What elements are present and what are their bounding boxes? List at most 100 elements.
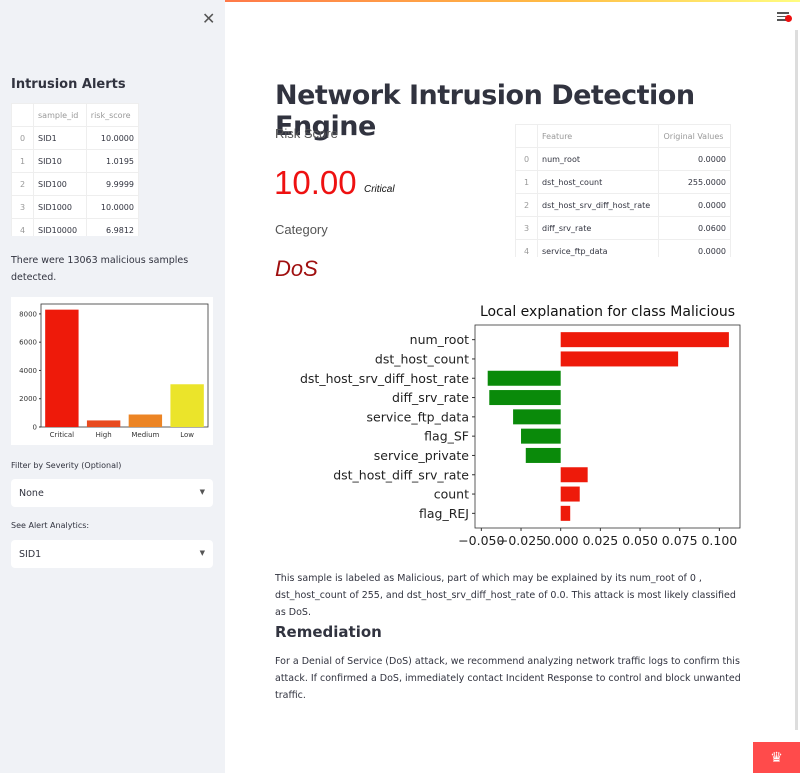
analytics-label: See Alert Analytics: xyxy=(11,521,90,530)
bar-dst_host_count xyxy=(560,351,679,367)
table-cell: SID1 xyxy=(33,126,87,150)
sidebar-title: Intrusion Alerts xyxy=(11,77,126,92)
table-cell: 1.0195 xyxy=(85,149,139,173)
bar-flag_SF xyxy=(521,428,561,444)
table-row[interactable]: 0 SID1 10.0000 xyxy=(11,126,139,150)
x-tick-label: High xyxy=(96,431,112,439)
risk-level: Critical xyxy=(364,184,395,195)
x-tick-label: 0.050 xyxy=(622,533,658,548)
bar-diff_srv_rate xyxy=(489,390,561,406)
bar-service_ftp_data xyxy=(513,409,561,425)
risk-score-label: Risk Score xyxy=(275,126,338,141)
x-tick-label: Low xyxy=(180,431,194,439)
y-tick-label: flag_SF xyxy=(424,429,469,444)
table-cell: 3 xyxy=(515,216,538,240)
risk-score-value: 10.00 xyxy=(274,164,357,201)
table-header-row: sample_id risk_score xyxy=(11,103,139,127)
category-value: DoS xyxy=(275,256,318,281)
y-tick-label: service_private xyxy=(374,448,470,463)
table-cell: 0.0000 xyxy=(658,147,731,171)
table-row[interactable]: 3 diff_srv_rate 0.0600 xyxy=(515,216,731,240)
table-cell: 2 xyxy=(11,172,34,196)
table-cell: dst_host_srv_diff_host_rate xyxy=(536,193,660,217)
remediation-text: For a Denial of Service (DoS) attack, we… xyxy=(275,656,741,701)
bar-flag_REJ xyxy=(560,505,571,521)
table-cell: 255.0000 xyxy=(658,170,731,194)
filter-label: Filter by Severity (Optional) xyxy=(11,461,122,470)
bar-count xyxy=(560,486,580,502)
table-cell: 2 xyxy=(515,193,538,217)
x-tick-label: 0.025 xyxy=(582,533,618,548)
table-cell: num_root xyxy=(536,147,660,171)
select-value: SID1 xyxy=(19,549,42,560)
table-cell: 1 xyxy=(11,149,34,173)
y-tick-label: dst_host_srv_diff_host_rate xyxy=(300,371,469,386)
bar-high xyxy=(86,420,121,427)
table-row[interactable]: 4 SID10000 6.9812 xyxy=(11,218,139,236)
feature-table[interactable]: Feature Original Values 0 num_root 0.0000 1 ds… xyxy=(515,124,731,257)
summary-text: There were 13063 malicious samples detec… xyxy=(11,255,189,283)
column-header[interactable] xyxy=(515,124,538,148)
table-cell: SID100 xyxy=(33,172,87,196)
explanation-text: This sample is labeled as Malicious, par… xyxy=(275,573,736,618)
table-cell: 0.0000 xyxy=(658,193,731,217)
table-cell: 4 xyxy=(515,239,538,257)
category-label: Category xyxy=(275,222,328,237)
scrollbar[interactable] xyxy=(795,30,798,730)
alert-analytics-select[interactable]: SID1 ▼ xyxy=(11,540,213,568)
y-tick-label: 2000 xyxy=(19,395,37,403)
column-header[interactable]: risk_score xyxy=(85,103,139,127)
column-header[interactable]: sample_id xyxy=(33,103,87,127)
x-tick-label: −0.025 xyxy=(498,533,544,548)
column-header[interactable]: Feature xyxy=(536,124,660,148)
table-cell: SID10 xyxy=(33,149,87,173)
x-tick-label: Medium xyxy=(131,431,159,439)
table-row[interactable]: 1 dst_host_count 255.0000 xyxy=(515,170,731,194)
table-row[interactable]: 1 SID10 1.0195 xyxy=(11,149,139,173)
table-row[interactable]: 2 dst_host_srv_diff_host_rate 0.0000 xyxy=(515,193,731,217)
bar-dst_host_srv_diff_host_rate xyxy=(487,370,561,386)
table-cell: SID10000 xyxy=(33,218,87,236)
bar-critical xyxy=(45,309,79,427)
y-tick-label: count xyxy=(434,487,469,502)
bar-num_root xyxy=(560,332,729,348)
y-tick-label: num_root xyxy=(410,332,469,347)
y-tick-label: dst_host_count xyxy=(375,351,469,366)
y-tick-label: diff_srv_rate xyxy=(392,390,469,405)
table-header-row: Feature Original Values xyxy=(515,124,731,148)
table-cell: 4 xyxy=(11,218,34,236)
x-tick-label: 0.075 xyxy=(662,533,698,548)
table-row[interactable]: 0 num_root 0.0000 xyxy=(515,147,731,171)
table-cell: 3 xyxy=(11,195,34,219)
x-tick-label: Critical xyxy=(50,431,75,439)
bar-medium xyxy=(128,414,163,427)
alerts-table[interactable]: sample_id risk_score 0 SID1 10.0000 1 SID10 1.0… xyxy=(11,103,139,236)
table-cell: service_ftp_data xyxy=(536,239,660,257)
table-cell: dst_host_count xyxy=(536,170,660,194)
x-tick-label: 0.100 xyxy=(701,533,737,548)
crown-icon[interactable]: ♛ xyxy=(753,742,800,773)
y-tick-label: 0 xyxy=(33,424,37,432)
sidebar: ✕ Intrusion Alerts sample_id risk_score 0 S… xyxy=(0,0,225,773)
table-cell: 0.0000 xyxy=(658,239,731,257)
column-header[interactable] xyxy=(11,103,34,127)
table-row[interactable]: 4 service_ftp_data 0.0000 xyxy=(515,239,731,257)
bar-service_private xyxy=(525,447,561,463)
table-cell: 10.0000 xyxy=(85,195,139,219)
y-tick-label: dst_host_diff_srv_rate xyxy=(333,467,469,482)
y-tick-label: 6000 xyxy=(19,339,37,347)
chevron-down-icon: ▼ xyxy=(199,488,205,496)
y-tick-label: flag_REJ xyxy=(419,506,469,521)
close-sidebar-icon[interactable]: ✕ xyxy=(202,9,215,29)
severity-filter-select[interactable]: None ▼ xyxy=(11,479,213,507)
table-row[interactable]: 2 SID100 9.9999 xyxy=(11,172,139,196)
table-cell: 6.9812 xyxy=(85,218,139,236)
table-row[interactable]: 3 SID1000 10.0000 xyxy=(11,195,139,219)
column-header[interactable]: Original Values xyxy=(658,124,731,148)
chevron-down-icon: ▼ xyxy=(199,549,205,557)
x-tick-label: 0.000 xyxy=(543,533,579,548)
y-tick-label: 4000 xyxy=(19,367,37,375)
table-cell: 0 xyxy=(515,147,538,171)
table-cell: 0 xyxy=(11,126,34,150)
table-cell: 10.0000 xyxy=(85,126,139,150)
